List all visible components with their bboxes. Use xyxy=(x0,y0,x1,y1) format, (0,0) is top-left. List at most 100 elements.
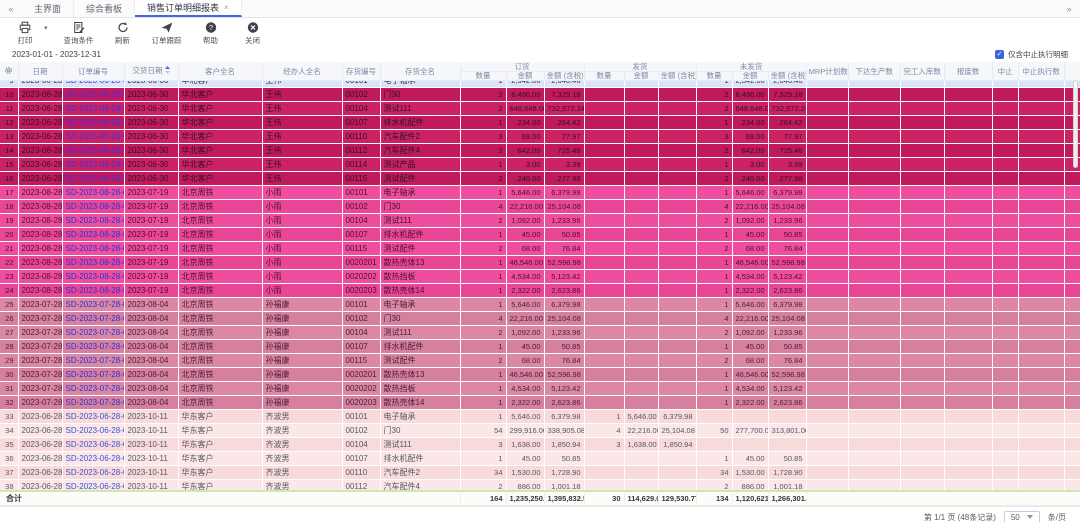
order-link[interactable]: SD-2023-07-28-00005 xyxy=(66,356,125,365)
table-row[interactable]: 222023-08-28SD-2023-08-28-000062023-07-1… xyxy=(0,256,1080,270)
table-row[interactable]: 332023-06-28SD-2023-06-28-000022023-10-1… xyxy=(0,410,1080,424)
order-link[interactable]: SD-2023-06-28-00002 xyxy=(66,426,125,435)
order-link[interactable]: SD-2023-06-28-00002 xyxy=(66,440,125,449)
table-row[interactable]: 192023-08-28SD-2023-08-28-000062023-07-1… xyxy=(0,214,1080,228)
order-link[interactable]: SD-2023-06-28-00001 xyxy=(66,118,125,127)
column-header-halt[interactable]: 中止 xyxy=(992,62,1018,81)
tab-dashboard[interactable]: 综合看板 xyxy=(74,0,135,17)
halt-only-checkbox[interactable]: ✓ 仅含中止执行明细 xyxy=(995,49,1068,60)
print-dropdown-caret-icon[interactable]: ▾ xyxy=(44,24,48,32)
column-header-order-qty[interactable]: 数量 xyxy=(460,72,506,81)
table-row[interactable]: 142023-06-28SD-2023-06-28-000012023-06-3… xyxy=(0,144,1080,158)
order-link[interactable]: SD-2023-06-28-00001 xyxy=(66,132,125,141)
column-settings-header[interactable] xyxy=(0,62,18,81)
column-header-date[interactable]: 日期 xyxy=(18,62,62,81)
column-header-item-name[interactable]: 存货全名 xyxy=(380,62,460,81)
order-link[interactable]: SD-2023-08-28-00006 xyxy=(66,272,125,281)
column-header-delivery-date[interactable]: 交货日期 xyxy=(124,62,178,81)
order-link[interactable]: SD-2023-06-28-00001 xyxy=(66,90,125,99)
cell-order-qty: 1 xyxy=(460,452,506,466)
order-link[interactable]: SD-2023-08-28-00006 xyxy=(66,216,125,225)
order-link[interactable]: SD-2023-07-28-00005 xyxy=(66,398,125,407)
table-row[interactable]: 112023-06-28SD-2023-06-28-000012023-06-3… xyxy=(0,102,1080,116)
order-link[interactable]: SD-2023-06-28-00001 xyxy=(66,104,125,113)
sort-icon[interactable] xyxy=(165,66,170,76)
table-row[interactable]: 162023-06-28SD-2023-06-28-000012023-06-3… xyxy=(0,172,1080,186)
table-row[interactable]: 342023-06-28SD-2023-06-28-000022023-10-1… xyxy=(0,424,1080,438)
table-row[interactable]: 242023-08-28SD-2023-08-28-000062023-07-1… xyxy=(0,284,1080,298)
order-link[interactable]: SD-2023-07-28-00005 xyxy=(66,342,125,351)
order-link[interactable]: SD-2023-06-28-00002 xyxy=(66,412,125,421)
order-link[interactable]: SD-2023-07-28-00005 xyxy=(66,370,125,379)
column-header-ship-qty[interactable]: 数量 xyxy=(584,72,624,81)
close-button[interactable]: 关闭 xyxy=(240,21,266,46)
table-row[interactable]: 282023-07-28SD-2023-07-28-000052023-08-0… xyxy=(0,340,1080,354)
table-row[interactable]: 272023-07-28SD-2023-07-28-000052023-08-0… xyxy=(0,326,1080,340)
table-row[interactable]: 302023-07-28SD-2023-07-28-000052023-08-0… xyxy=(0,368,1080,382)
column-header-ship-amount[interactable]: 金额 xyxy=(624,72,658,81)
order-track-button[interactable]: 订单跟踪 xyxy=(152,21,182,46)
column-header-unship-qty[interactable]: 数量 xyxy=(696,72,732,81)
order-link[interactable]: SD-2023-08-28-00006 xyxy=(66,202,125,211)
order-link[interactable]: SD-2023-06-28-00002 xyxy=(66,454,125,463)
column-header-order-no[interactable]: 订单编号 xyxy=(62,62,124,81)
table-row[interactable]: 232023-08-28SD-2023-08-28-000062023-07-1… xyxy=(0,270,1080,284)
order-link[interactable]: SD-2023-06-28-00001 xyxy=(66,81,125,85)
column-header-ship-amount-tax[interactable]: 金额 (含税) xyxy=(658,72,696,81)
order-link[interactable]: SD-2023-06-28-00002 xyxy=(66,482,125,490)
table-row[interactable]: 202023-08-28SD-2023-08-28-000062023-07-1… xyxy=(0,228,1080,242)
table-row[interactable]: 262023-07-28SD-2023-07-28-000052023-08-0… xyxy=(0,312,1080,326)
table-row[interactable]: 382023-06-28SD-2023-06-28-000022023-10-1… xyxy=(0,480,1080,491)
order-link[interactable]: SD-2023-07-28-00005 xyxy=(66,300,125,309)
order-link[interactable]: SD-2023-07-28-00005 xyxy=(66,314,125,323)
tab-sales-order-report[interactable]: 销售订单明细报表 × xyxy=(135,0,242,17)
table-row[interactable]: 292023-07-28SD-2023-07-28-000052023-08-0… xyxy=(0,354,1080,368)
table-row[interactable]: 312023-07-28SD-2023-07-28-000052023-08-0… xyxy=(0,382,1080,396)
order-link[interactable]: SD-2023-08-28-00006 xyxy=(66,258,125,267)
column-header-unship-amount[interactable]: 金额 xyxy=(732,72,768,81)
column-header-handler[interactable]: 经办人全名 xyxy=(262,62,342,81)
order-link[interactable]: SD-2023-06-28-00001 xyxy=(66,160,125,169)
table-row[interactable]: 352023-06-28SD-2023-06-28-000022023-10-1… xyxy=(0,438,1080,452)
table-row[interactable]: 102023-06-28SD-2023-06-28-000012023-06-3… xyxy=(0,88,1080,102)
table-row[interactable]: 252023-07-28SD-2023-07-28-000052023-08-0… xyxy=(0,298,1080,312)
table-row[interactable]: 372023-06-28SD-2023-06-28-000022023-10-1… xyxy=(0,466,1080,480)
page-size-select[interactable]: 50 xyxy=(1004,511,1040,522)
table-row[interactable]: 132023-06-28SD-2023-06-28-000012023-06-3… xyxy=(0,130,1080,144)
table-row[interactable]: 182023-08-28SD-2023-08-28-000062023-07-1… xyxy=(0,200,1080,214)
column-header-finished[interactable]: 完工入库数 xyxy=(900,62,944,81)
column-header-item-code[interactable]: 存货编号 xyxy=(342,62,380,81)
column-header-production[interactable]: 下达生产数 xyxy=(848,62,900,81)
table-row[interactable]: 362023-06-28SD-2023-06-28-000022023-10-1… xyxy=(0,452,1080,466)
tab-main[interactable]: 主界面 xyxy=(22,0,74,17)
order-link[interactable]: SD-2023-08-28-00006 xyxy=(66,244,125,253)
order-link[interactable]: SD-2023-07-28-00005 xyxy=(66,328,125,337)
column-header-order-amount-tax[interactable]: 金额 (含税) xyxy=(544,72,584,81)
column-header-halt-exec[interactable]: 中止执行数 xyxy=(1018,62,1064,81)
chevrons-right-icon[interactable]: » xyxy=(1058,0,1080,17)
table-row[interactable]: 122023-06-28SD-2023-06-28-000012023-06-3… xyxy=(0,116,1080,130)
column-header-unship-amount-tax[interactable]: 金额 (含税) xyxy=(768,72,806,81)
print-button[interactable]: 打印 xyxy=(12,21,38,46)
vertical-scrollbar-thumb[interactable] xyxy=(1073,80,1078,168)
close-tab-icon[interactable]: × xyxy=(224,3,229,12)
table-row[interactable]: 322023-07-28SD-2023-07-28-000052023-08-0… xyxy=(0,396,1080,410)
table-row[interactable]: 172023-08-28SD-2023-08-28-000062023-07-1… xyxy=(0,186,1080,200)
column-header-mrp[interactable]: MRP计划数 xyxy=(806,62,848,81)
column-header-scrap[interactable]: 报废数 xyxy=(944,62,992,81)
column-header-order-amount[interactable]: 金额 xyxy=(506,72,544,81)
query-criteria-button[interactable]: 查询条件 xyxy=(64,21,94,46)
order-link[interactable]: SD-2023-08-28-00006 xyxy=(66,188,125,197)
column-header-customer[interactable]: 客户全名 xyxy=(178,62,262,81)
table-row[interactable]: 152023-06-28SD-2023-06-28-000012023-06-3… xyxy=(0,158,1080,172)
refresh-button[interactable]: 刷新 xyxy=(110,21,136,46)
help-button[interactable]: ? 帮助 xyxy=(198,21,224,46)
order-link[interactable]: SD-2023-06-28-00001 xyxy=(66,174,125,183)
order-link[interactable]: SD-2023-07-28-00005 xyxy=(66,384,125,393)
order-link[interactable]: SD-2023-08-28-00006 xyxy=(66,286,125,295)
table-row[interactable]: 212023-08-28SD-2023-08-28-000062023-07-1… xyxy=(0,242,1080,256)
order-link[interactable]: SD-2023-06-28-00001 xyxy=(66,146,125,155)
order-link[interactable]: SD-2023-06-28-00002 xyxy=(66,468,125,477)
order-link[interactable]: SD-2023-08-28-00006 xyxy=(66,230,125,239)
chevrons-left-icon[interactable]: « xyxy=(0,0,22,17)
